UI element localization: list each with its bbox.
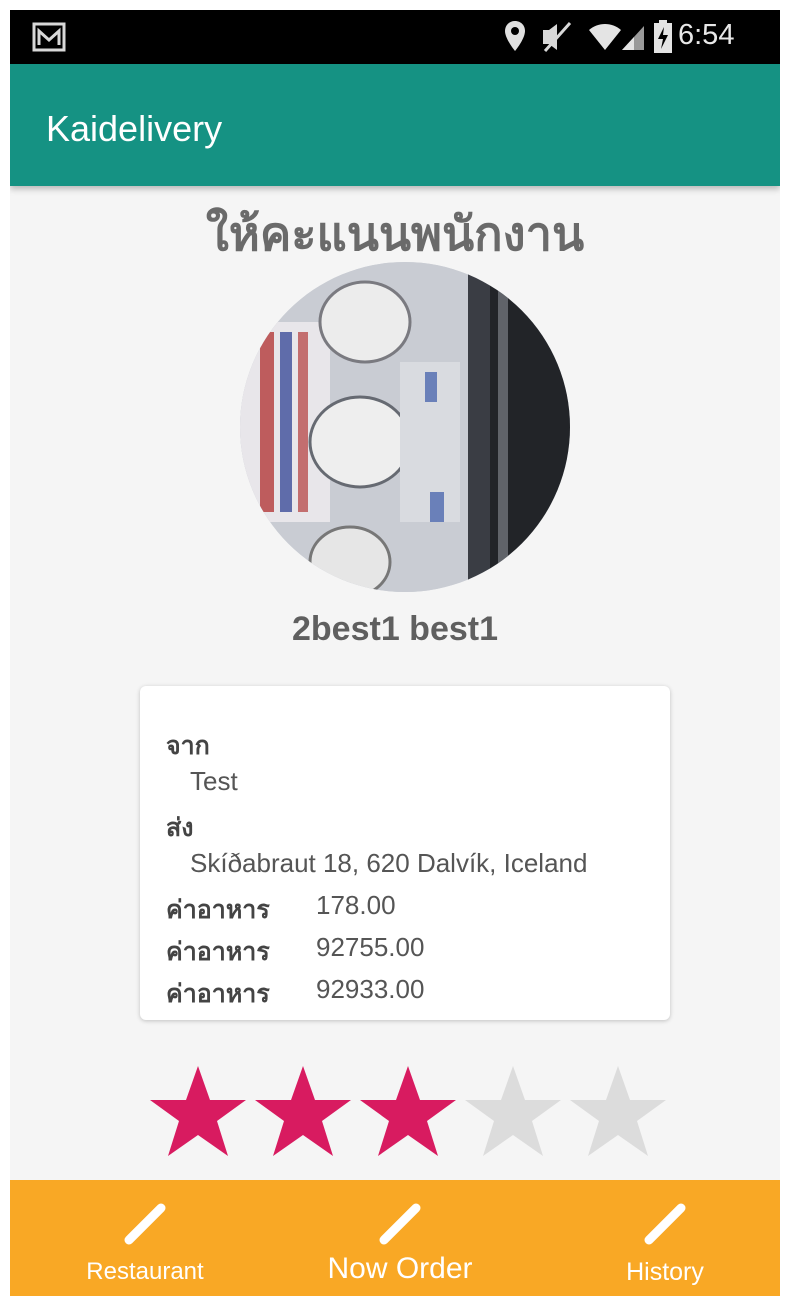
fee-value: 178.00 [316,890,396,920]
star-icon[interactable] [148,1062,248,1162]
signal-icon [622,26,644,50]
staff-avatar [240,262,570,592]
star-icon[interactable] [463,1062,563,1162]
nav-label: Now Order [327,1252,473,1285]
star-icon[interactable] [568,1062,668,1162]
app-bar: Kaidelivery [10,64,780,186]
nav-label: Restaurant [86,1258,204,1285]
order-detail-card: จาก Test ส่ง Skíðabraut 18, 620 Dalvík, … [140,686,670,1020]
staff-name: 2best1 best1 [292,610,498,648]
fee-label: ค่าอาหาร [166,937,270,966]
star-icon[interactable] [253,1062,353,1162]
mail-icon [32,22,66,52]
page-title: ให้คะแนนพนักงาน [205,207,585,262]
wifi-icon [589,24,621,50]
nav-item-history[interactable]: History [600,1180,730,1296]
status-bar: 6:54 [10,10,780,64]
bottom-navigation: Restaurant Now Order History [10,1180,780,1296]
from-value: Test [190,766,238,796]
mute-icon [543,22,572,52]
avatar-photo [240,262,570,592]
nav-label: History [626,1258,704,1286]
fee-value: 92933.00 [316,974,425,1004]
app-title: Kaidelivery [46,108,223,149]
location-pin-icon [505,21,525,51]
star-rating[interactable] [148,1062,668,1172]
nav-item-restaurant[interactable]: Restaurant [70,1180,220,1296]
pencil-icon [379,1203,421,1245]
clock: 6:54 [678,19,735,51]
from-label: จาก [166,731,210,760]
pencil-icon [644,1203,686,1245]
pencil-icon [124,1203,166,1245]
fee-label: ค่าอาหาร [166,895,270,924]
battery-charging-icon [654,20,672,53]
screen: 6:54 Kaidelivery ให้คะแนนพนักงาน 2best1 … [10,10,780,1296]
nav-item-now-order[interactable]: Now Order [315,1180,485,1296]
fee-label: ค่าอาหาร [166,979,270,1008]
to-address: Skíðabraut 18, 620 Dalvík, Iceland [190,848,588,878]
to-label: ส่ง [166,813,194,842]
star-icon[interactable] [358,1062,458,1162]
fee-value: 92755.00 [316,932,425,962]
